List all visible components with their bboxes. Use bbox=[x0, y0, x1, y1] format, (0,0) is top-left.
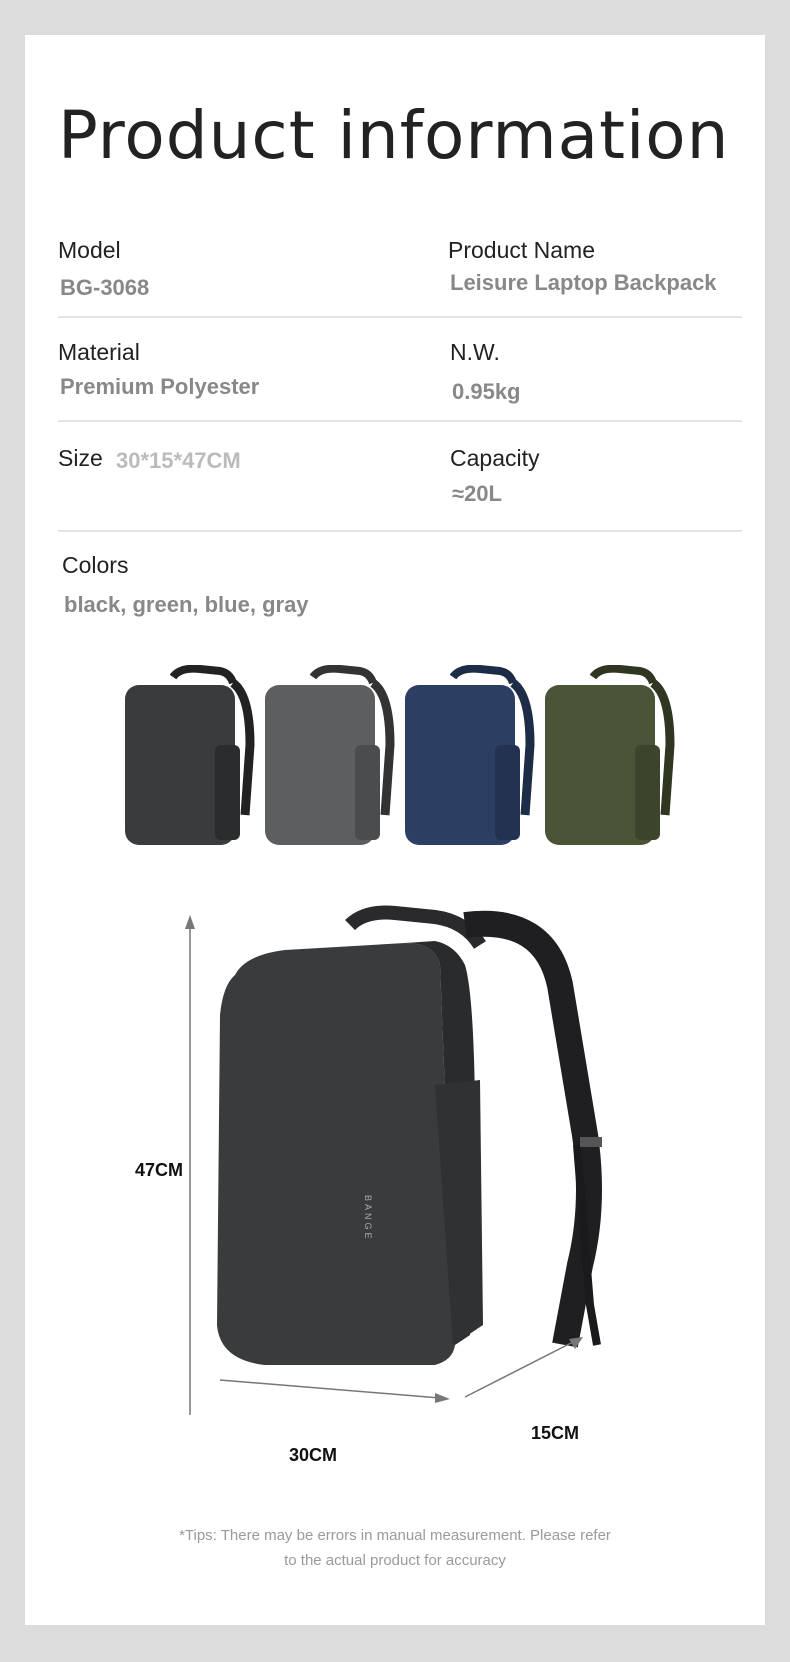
top-handle bbox=[345, 905, 486, 949]
material-label: Material bbox=[58, 339, 140, 365]
variant-blue bbox=[405, 665, 535, 845]
tips-line-2: to the actual product for accuracy bbox=[284, 1552, 506, 1569]
capacity-label: Capacity bbox=[450, 445, 540, 471]
backpack-dimension-diagram: BANGE bbox=[185, 905, 602, 1415]
depth-arrow bbox=[464, 1340, 576, 1398]
capacity-value: ≈20L bbox=[452, 481, 502, 506]
tips-line-1: *Tips: There may be errors in manual mea… bbox=[179, 1527, 611, 1544]
colors-value: black, green, blue, gray bbox=[64, 592, 309, 617]
page-title: Product information bbox=[58, 97, 730, 174]
divider bbox=[58, 530, 742, 532]
product-name-label: Product Name bbox=[448, 237, 596, 263]
product-name-value: Leisure Laptop Backpack bbox=[450, 270, 717, 295]
backpack-body bbox=[217, 943, 455, 1365]
colors-label: Colors bbox=[62, 552, 129, 578]
material-value: Premium Polyester bbox=[60, 374, 260, 399]
size-value: 30*15*47CM bbox=[116, 448, 241, 473]
width-arrow bbox=[219, 1379, 441, 1399]
nw-value: 0.95kg bbox=[452, 379, 521, 404]
width-label: 30CM bbox=[289, 1445, 338, 1465]
height-label: 47CM bbox=[135, 1160, 184, 1180]
nw-label: N.W. bbox=[450, 339, 500, 365]
variant-black bbox=[125, 665, 255, 845]
shoulder-strap bbox=[463, 910, 602, 1348]
divider bbox=[58, 420, 742, 422]
brand-mark: BANGE bbox=[363, 1195, 373, 1242]
color-variants bbox=[125, 665, 675, 845]
tips-note: *Tips: There may be errors in manual mea… bbox=[25, 1523, 765, 1573]
variant-gray bbox=[265, 665, 395, 845]
depth-label: 15CM bbox=[531, 1423, 580, 1443]
model-value: BG-3068 bbox=[60, 275, 150, 300]
divider bbox=[58, 316, 742, 318]
model-label: Model bbox=[58, 237, 121, 263]
product-info-card: Product information Model BG-3068 Produc… bbox=[25, 35, 765, 1625]
variant-green bbox=[545, 665, 675, 845]
size-label: Size bbox=[58, 445, 103, 471]
